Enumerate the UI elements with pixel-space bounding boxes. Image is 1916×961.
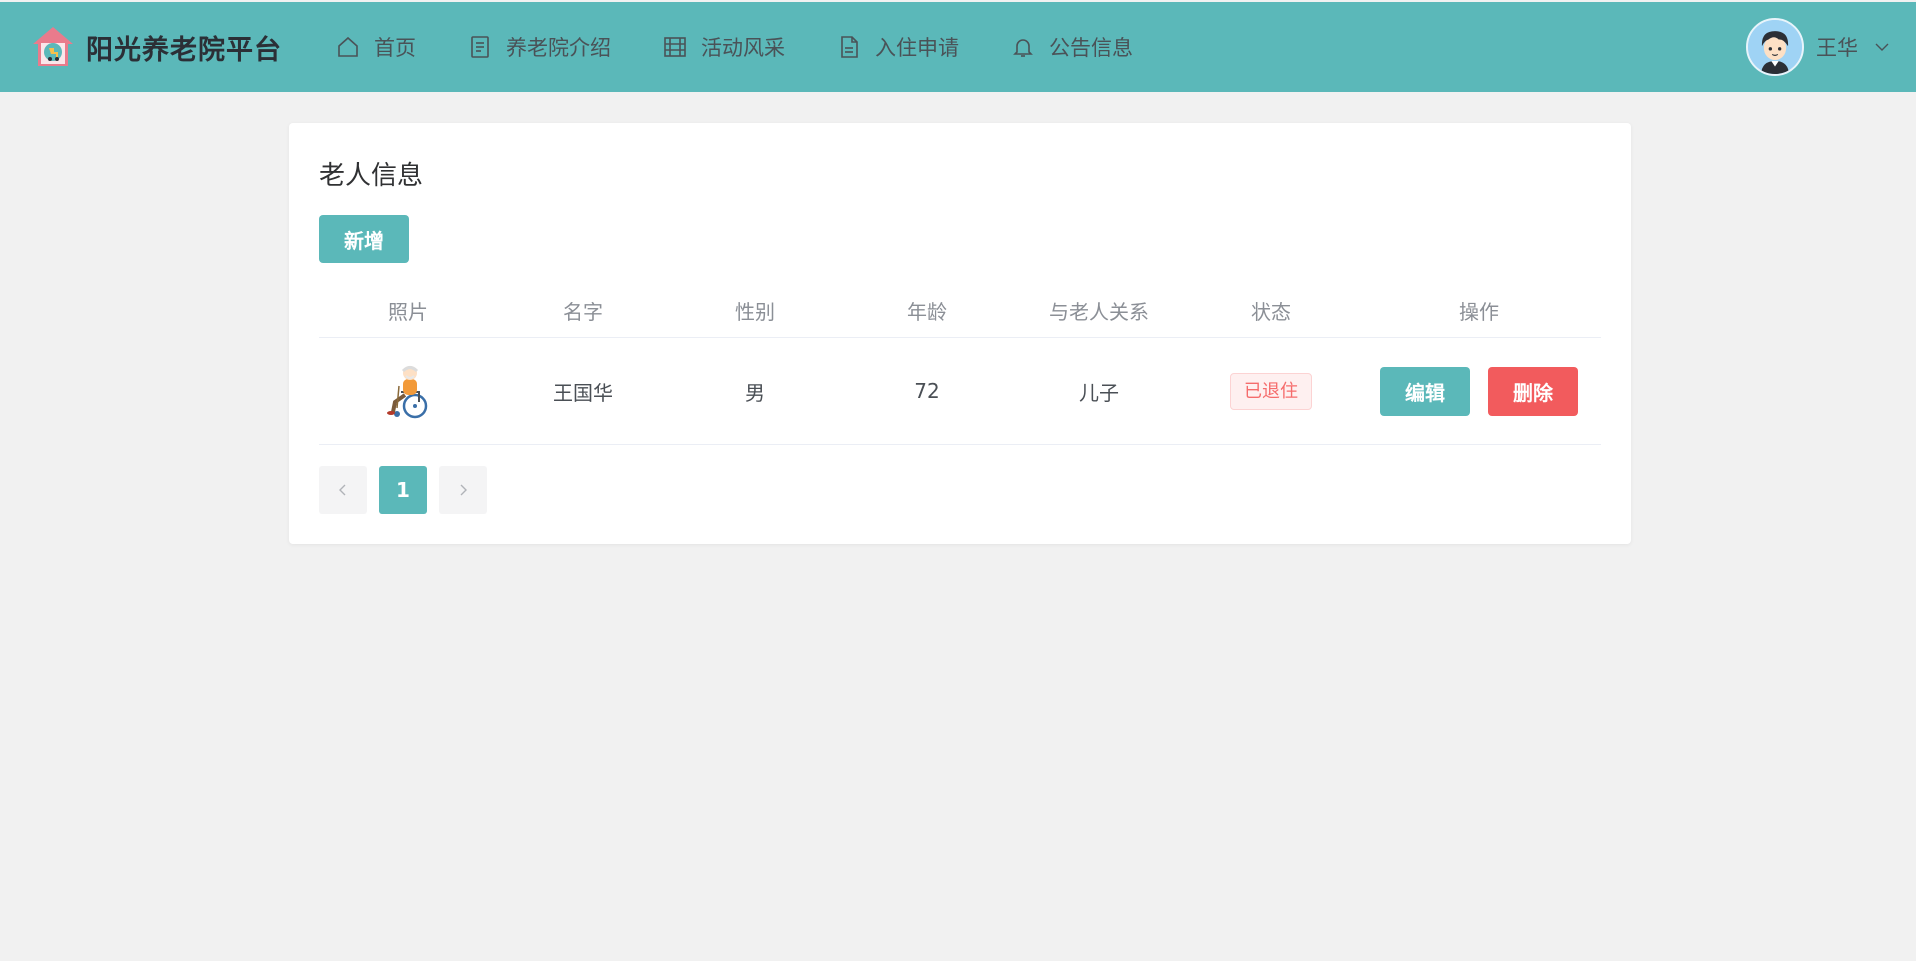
file-icon <box>841 36 858 58</box>
column-header-name: 名字 <box>563 299 603 324</box>
nav-announcements[interactable]: 公告信息 <box>1011 2 1133 92</box>
page-number-button[interactable]: 1 <box>379 466 427 514</box>
gender-cell: 男 <box>745 380 765 405</box>
home-icon <box>338 36 358 57</box>
status-cell: 已退住 <box>1185 338 1357 444</box>
relation-cell: 儿子 <box>1079 380 1119 405</box>
user-menu[interactable]: 王华 <box>1746 2 1890 92</box>
nav-application[interactable]: 入住申请 <box>837 2 959 92</box>
prev-page-button[interactable] <box>319 466 367 514</box>
nav-introduction[interactable]: 养老院介绍 <box>468 2 611 92</box>
status-badge: 已退住 <box>1230 372 1312 410</box>
elderly-table: 照片 名字 性别 年龄 与老人关系 状态 操作 王国华 男 72 儿子 已退住 … <box>319 283 1601 445</box>
nav-home[interactable]: 首页 <box>336 2 416 92</box>
card-title: 老人信息 <box>319 161 424 191</box>
table-header: 照片 名字 性别 年龄 与老人关系 状态 操作 <box>319 283 1601 338</box>
avatar-icon <box>1748 20 1802 74</box>
column-header-gender: 性别 <box>735 299 775 324</box>
photo-cell <box>319 338 497 444</box>
avatar[interactable] <box>1746 18 1804 76</box>
pagination: 1 <box>319 466 499 514</box>
column-header-age: 年龄 <box>907 299 947 324</box>
chevron-right-icon <box>460 484 467 496</box>
actions-cell: 编辑 删除 <box>1357 338 1601 444</box>
film-icon <box>664 37 686 57</box>
brand[interactable]: 阳光养老院平台 <box>30 24 336 70</box>
chevron-down-icon[interactable] <box>1874 39 1890 55</box>
brand-title: 阳光养老院平台 <box>86 34 282 66</box>
age-cell: 72 <box>914 379 940 403</box>
elderly-wheelchair-icon <box>387 366 428 419</box>
nav-announcements-label: 公告信息 <box>1049 36 1133 60</box>
elderly-info-card: 老人信息 新增 照片 名字 性别 年龄 与老人关系 状态 操作 王国华 男 72… <box>289 123 1631 544</box>
column-header-status: 状态 <box>1251 299 1291 324</box>
main-nav: 首页 养老院介绍 活动风采 入住申请 公告信息 <box>336 2 1185 92</box>
nav-activities[interactable]: 活动风采 <box>663 2 785 92</box>
delete-button[interactable]: 删除 <box>1488 366 1578 416</box>
column-header-actions: 操作 <box>1459 299 1499 324</box>
add-button[interactable]: 新增 <box>319 215 409 263</box>
nav-application-label: 入住申请 <box>875 36 959 60</box>
chevron-left-icon <box>339 484 346 496</box>
nav-home-label: 首页 <box>374 36 416 60</box>
document-icon <box>471 36 489 58</box>
column-header-relation: 与老人关系 <box>1049 299 1149 324</box>
next-page-button[interactable] <box>439 466 487 514</box>
top-navbar: 阳光养老院平台 首页 养老院介绍 活动风采 入住申请 公告信息 王华 <box>0 2 1916 92</box>
nav-activities-label: 活动风采 <box>701 36 785 60</box>
table-row: 王国华 男 72 儿子 已退住 编辑 删除 <box>319 338 1601 445</box>
bell-icon <box>1013 39 1033 57</box>
nav-introduction-label: 养老院介绍 <box>506 36 611 60</box>
user-name: 王华 <box>1816 36 1858 60</box>
name-cell: 王国华 <box>553 380 613 405</box>
nursing-home-logo-icon <box>33 27 73 66</box>
column-header-photo: 照片 <box>388 299 428 324</box>
edit-button[interactable]: 编辑 <box>1380 366 1470 416</box>
